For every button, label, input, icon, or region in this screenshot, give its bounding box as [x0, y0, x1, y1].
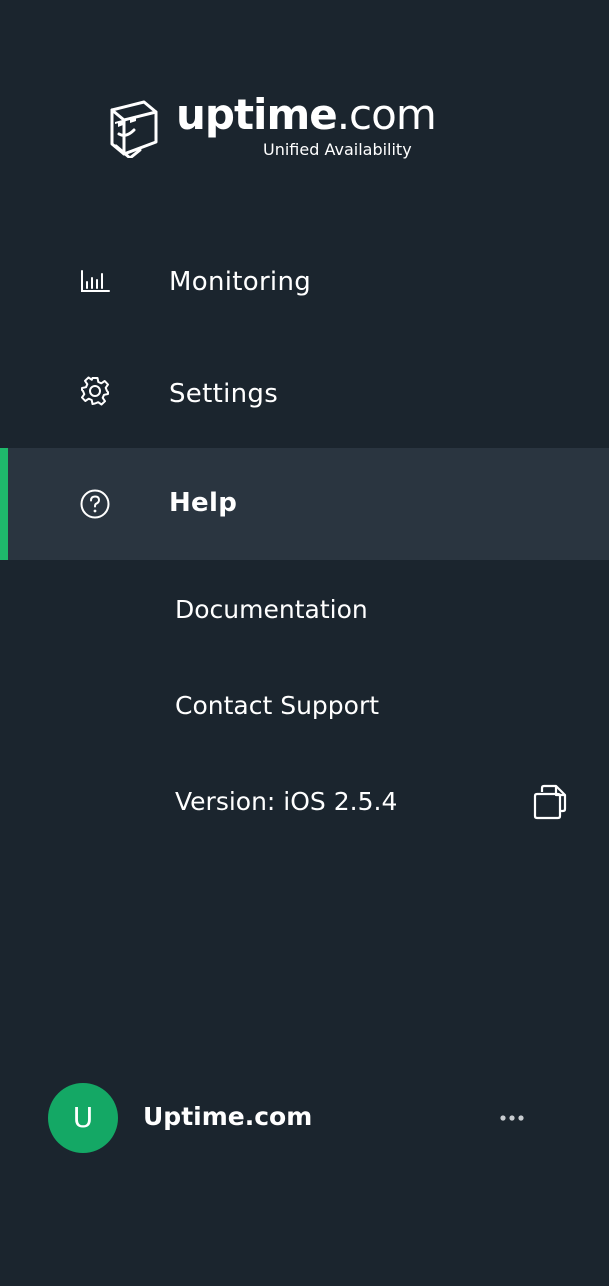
help-documentation-link[interactable]: Documentation [175, 594, 368, 626]
nav-label-monitoring: Monitoring [169, 267, 312, 297]
nav-label-help: Help [169, 488, 238, 518]
nav-item-monitoring[interactable]: Monitoring [0, 227, 609, 339]
avatar[interactable]: U [48, 1083, 118, 1153]
nav-item-settings[interactable]: Settings [0, 339, 609, 451]
app-logo: uptime.com Unified Availability [106, 92, 506, 162]
active-indicator [0, 448, 8, 560]
logo-word-bold: uptime [176, 90, 338, 139]
more-horizontal-icon[interactable] [496, 1106, 528, 1130]
bar-chart-icon [81, 270, 110, 292]
logo-word-light: .com [336, 90, 437, 139]
uptime-robot-logo-icon [110, 100, 158, 158]
help-contact-support-link[interactable]: Contact Support [175, 690, 379, 722]
logo-wordmark: uptime.com [176, 90, 437, 139]
account-name: Uptime.com [143, 1102, 313, 1131]
app-version-text: Version: iOS 2.5.4 [175, 787, 398, 816]
navigation-drawer: uptime.com Unified Availability Monitori… [0, 0, 609, 1286]
copy-icon[interactable] [530, 783, 568, 821]
logo-tagline: Unified Availability [263, 140, 412, 159]
nav-label-settings: Settings [169, 379, 279, 409]
gear-icon [81, 376, 109, 406]
nav-item-help[interactable]: Help [0, 448, 609, 560]
question-circle-icon [80, 489, 110, 519]
